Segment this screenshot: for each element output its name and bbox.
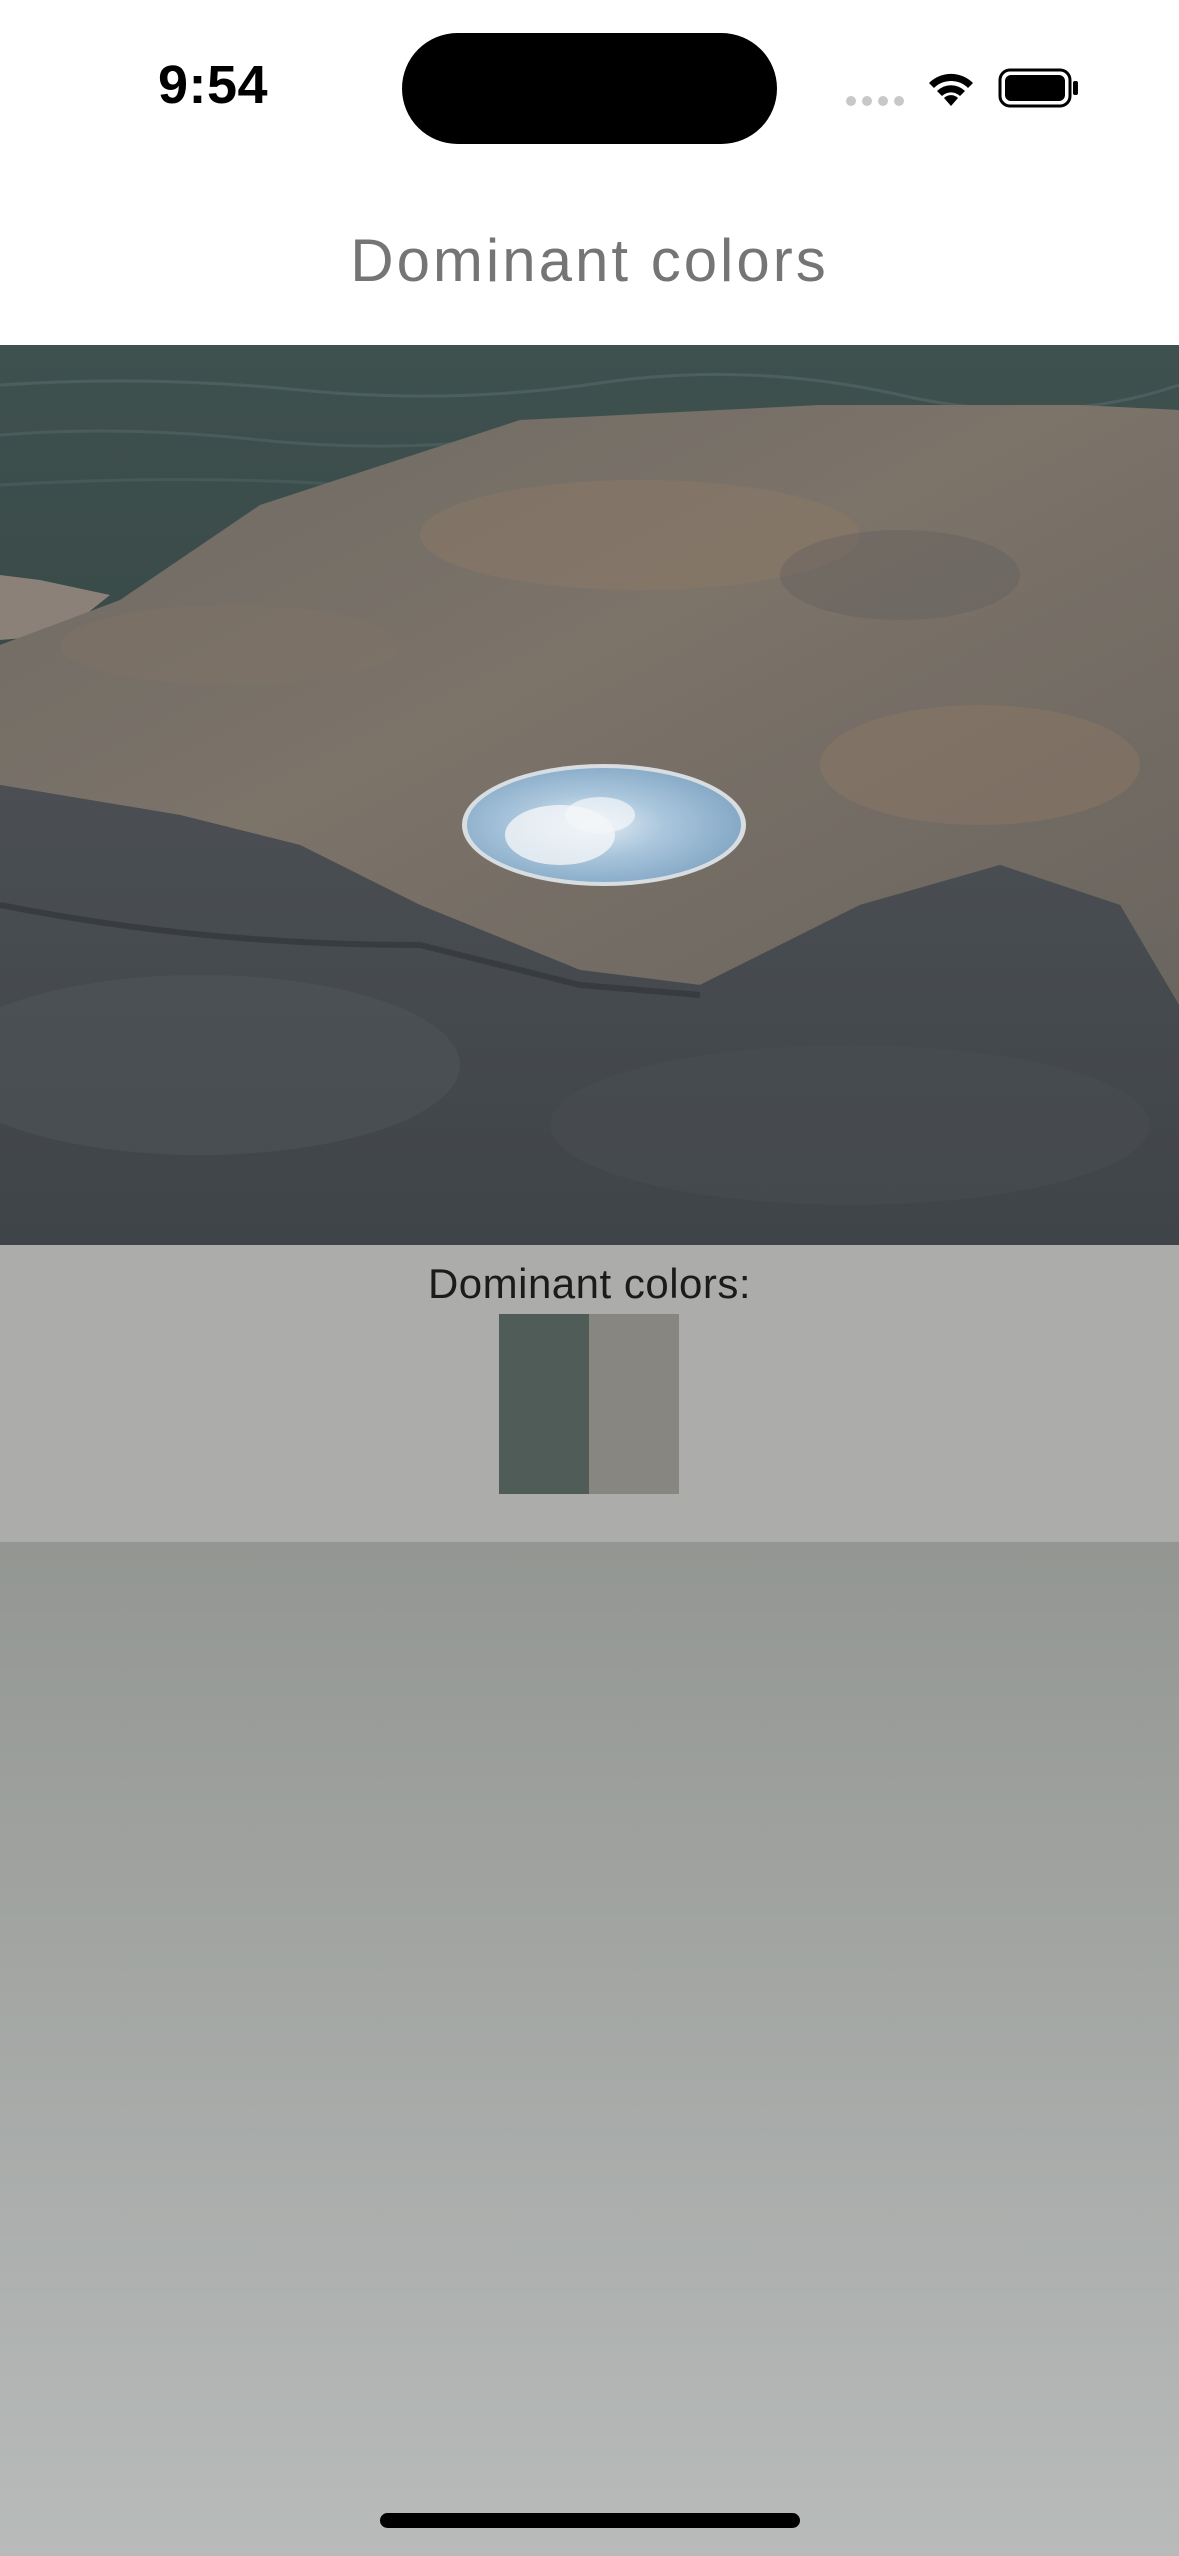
- dominant-colors-label: Dominant colors:: [427, 1260, 752, 1307]
- wifi-icon: [929, 73, 973, 106]
- dynamic-island: [402, 33, 777, 144]
- home-indicator[interactable]: [380, 2513, 800, 2528]
- source-photo: [0, 345, 1179, 1245]
- color-swatch: [499, 1314, 589, 1494]
- dominant-colors-panel: Dominant colors:: [0, 1245, 1179, 1542]
- dominant-color-gradient-background: [0, 1542, 1179, 2556]
- status-time: 9:54: [158, 55, 269, 115]
- status-bar: 9:54: [0, 0, 1179, 180]
- battery-icon: [998, 68, 1078, 108]
- color-swatch: [589, 1314, 679, 1494]
- cellular-signal-icon: [846, 96, 904, 106]
- navigation-bar: Dominant colors: [0, 180, 1179, 345]
- color-swatches: [499, 1314, 679, 1494]
- page-title: Dominant colors: [350, 227, 829, 294]
